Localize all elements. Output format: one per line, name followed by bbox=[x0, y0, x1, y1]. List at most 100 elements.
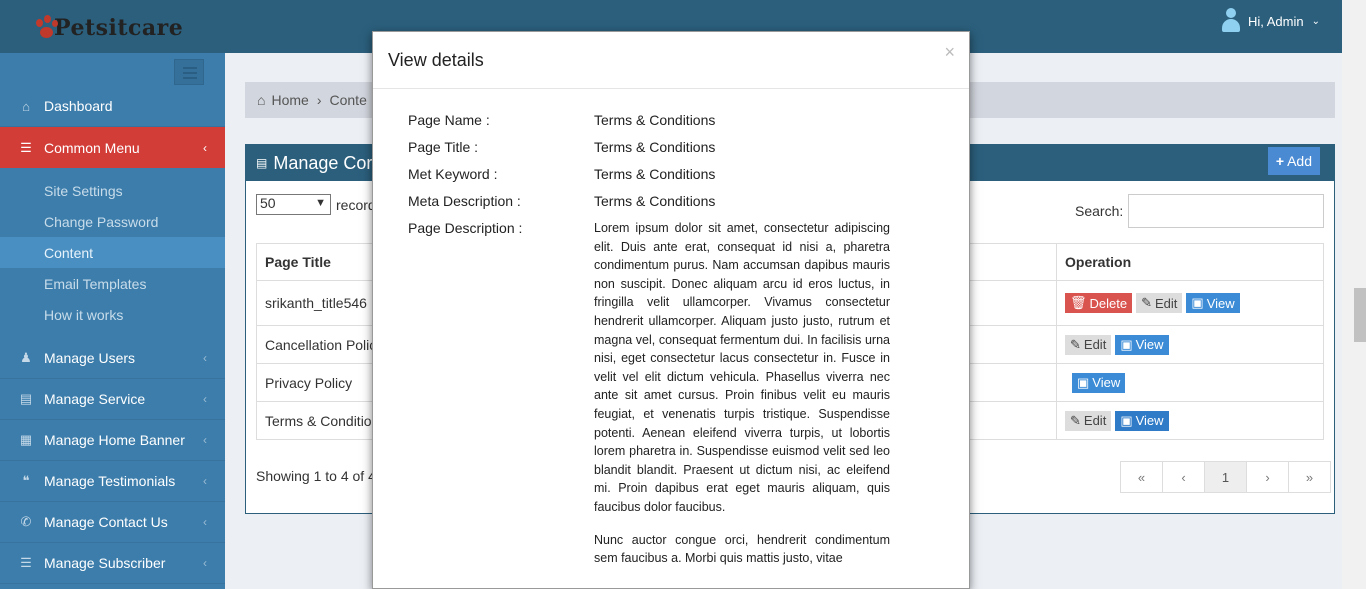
field-value: Terms & Conditions bbox=[594, 166, 716, 182]
sidebar-item-common-menu[interactable]: ☰ Common Menu ‹ bbox=[0, 127, 225, 168]
sidebar-item-label: Manage Subscriber bbox=[44, 555, 166, 571]
view-details-modal: View details × Page Name : Terms & Condi… bbox=[372, 31, 970, 589]
page-current-button[interactable]: 1 bbox=[1204, 461, 1247, 493]
laptop-icon: ▣ bbox=[1077, 374, 1090, 390]
breadcrumb-home[interactable]: Home bbox=[271, 92, 308, 108]
sidebar-item-manage-home-banner[interactable]: ▦ Manage Home Banner ‹ bbox=[0, 420, 225, 461]
add-label: Add bbox=[1287, 153, 1312, 169]
page-size-select[interactable]: 50 ▼ bbox=[256, 194, 331, 215]
page-next-button[interactable]: › bbox=[1246, 461, 1289, 493]
modal-header: View details × bbox=[373, 32, 969, 89]
logo[interactable]: Petsitcare bbox=[34, 10, 183, 46]
view-button[interactable]: ▣ View bbox=[1115, 410, 1169, 431]
edit-label: Edit bbox=[1083, 413, 1107, 428]
page-description: Lorem ipsum dolor sit amet, consectetur … bbox=[594, 219, 890, 582]
sidebar-item-label: Manage Home Banner bbox=[44, 432, 185, 448]
field-label: Page Description : bbox=[408, 220, 523, 236]
submenu-email-templates[interactable]: Email Templates bbox=[0, 268, 225, 299]
search-input[interactable] bbox=[1128, 194, 1324, 228]
list-alt-icon: ▤ bbox=[19, 391, 33, 406]
submenu-site-settings[interactable]: Site Settings bbox=[0, 175, 225, 206]
chevron-left-icon: ‹ bbox=[203, 433, 207, 447]
showing-info: Showing 1 to 4 of 4 bbox=[256, 468, 376, 484]
breadcrumb-current: Conte bbox=[329, 92, 367, 108]
column-header-operation[interactable]: Operation bbox=[1056, 243, 1324, 281]
sidebar-item-label: Dashboard bbox=[44, 98, 113, 114]
cell-operation: ✎ Edit ▣ View bbox=[1056, 401, 1324, 440]
plus-icon: + bbox=[1275, 153, 1285, 169]
edit-icon: ✎ bbox=[1141, 295, 1152, 310]
records-label: record bbox=[336, 197, 376, 213]
server-icon: ☰ bbox=[20, 555, 32, 570]
image-icon: ▦ bbox=[19, 432, 33, 447]
chevron-down-icon: ▼ bbox=[315, 197, 326, 209]
scrollbar-thumb[interactable] bbox=[1354, 288, 1366, 342]
sidebar-item-label: Manage Service bbox=[44, 391, 146, 407]
field-value: Terms & Conditions bbox=[594, 139, 716, 155]
chevron-left-icon: ‹ bbox=[203, 556, 207, 570]
phone-icon: ✆ bbox=[20, 514, 32, 529]
sidebar-item-manage-contact-us[interactable]: ✆ Manage Contact Us ‹ bbox=[0, 502, 225, 543]
view-button[interactable]: ▣ View bbox=[1072, 372, 1126, 393]
field-value: Terms & Conditions bbox=[594, 193, 716, 209]
search-label: Search: bbox=[1075, 203, 1124, 219]
laptop-icon: ▣ bbox=[1120, 412, 1133, 428]
edit-label: Edit bbox=[1083, 337, 1107, 352]
paw-icon bbox=[34, 15, 60, 41]
sidebar-item-manage-users[interactable]: ♟ Manage Users ‹ bbox=[0, 338, 225, 379]
submenu-content[interactable]: Content bbox=[0, 237, 225, 268]
field-label: Page Title : bbox=[408, 139, 479, 155]
sidebar-item-manage-service[interactable]: ▤ Manage Service ‹ bbox=[0, 379, 225, 420]
view-label: View bbox=[1092, 375, 1121, 390]
field-label: Page Name : bbox=[408, 112, 490, 128]
page-first-button[interactable]: « bbox=[1120, 461, 1163, 493]
delete-label: Delete bbox=[1089, 295, 1128, 311]
sidebar-item-manage-subscriber[interactable]: ☰ Manage Subscriber ‹ bbox=[0, 543, 225, 584]
table-icon: ▤ bbox=[256, 156, 268, 170]
field-label: Meta Description : bbox=[408, 193, 521, 209]
description-paragraph: Lorem ipsum dolor sit amet, consectetur … bbox=[594, 221, 890, 514]
user-icon bbox=[1220, 8, 1242, 34]
chevron-left-icon: ‹ bbox=[203, 351, 207, 365]
delete-button[interactable]: 🗑 Delete bbox=[1065, 293, 1133, 313]
field-value: Terms & Conditions bbox=[594, 112, 716, 128]
chevron-down-icon: ⌄ bbox=[1311, 15, 1320, 27]
close-icon[interactable]: × bbox=[944, 42, 955, 63]
panel-title: Manage Cor bbox=[273, 152, 373, 173]
users-icon: ♟ bbox=[20, 350, 32, 365]
edit-button[interactable]: ✎ Edit bbox=[1065, 410, 1112, 431]
sidebar-item-label: Manage Testimonials bbox=[44, 473, 176, 489]
sidebar-item-label: Manage Contact Us bbox=[44, 514, 168, 530]
pagination: « ‹ 1 › » bbox=[1120, 461, 1331, 493]
edit-button[interactable]: ✎ Edit bbox=[1136, 293, 1183, 313]
trash-icon: 🗑 bbox=[1070, 295, 1087, 310]
user-label: Hi, Admin bbox=[1247, 13, 1304, 29]
view-button[interactable]: ▣ View bbox=[1115, 334, 1169, 355]
quote-icon: ❝ bbox=[22, 473, 30, 488]
view-label: View bbox=[1206, 295, 1235, 311]
sidebar-item-dashboard[interactable]: ⌂ Dashboard bbox=[0, 86, 225, 127]
cell-operation: 🗑 Delete ✎ Edit ▣ View bbox=[1056, 280, 1324, 326]
page-prev-button[interactable]: ‹ bbox=[1162, 461, 1205, 493]
chevron-left-icon: ‹ bbox=[203, 515, 207, 529]
add-button[interactable]: + Add bbox=[1267, 147, 1320, 175]
sidebar-item-label: Common Menu bbox=[44, 139, 140, 156]
edit-button[interactable]: ✎ Edit bbox=[1065, 334, 1112, 355]
home-icon: ⌂ bbox=[22, 98, 30, 114]
sidebar-toggle-button[interactable] bbox=[174, 59, 204, 85]
page-scrollbar[interactable] bbox=[1342, 0, 1366, 589]
submenu-how-it-works[interactable]: How it works bbox=[0, 299, 225, 330]
sidebar-item-manage-testimonials[interactable]: ❝ Manage Testimonials ‹ bbox=[0, 461, 225, 502]
edit-icon: ✎ bbox=[1070, 336, 1081, 352]
laptop-icon: ▣ bbox=[1191, 295, 1204, 310]
user-menu[interactable]: Hi, Admin ⌄ bbox=[1220, 8, 1320, 34]
edit-label: Edit bbox=[1155, 295, 1178, 311]
modal-title: View details bbox=[388, 49, 484, 70]
list-icon: ☰ bbox=[20, 139, 32, 155]
chevron-left-icon: ‹ bbox=[203, 392, 207, 406]
view-button[interactable]: ▣ View bbox=[1186, 293, 1240, 313]
chevron-right-icon: › bbox=[316, 92, 322, 108]
submenu-change-password[interactable]: Change Password bbox=[0, 206, 225, 237]
page-last-button[interactable]: » bbox=[1288, 461, 1331, 493]
chevron-left-icon: ‹ bbox=[203, 474, 207, 488]
